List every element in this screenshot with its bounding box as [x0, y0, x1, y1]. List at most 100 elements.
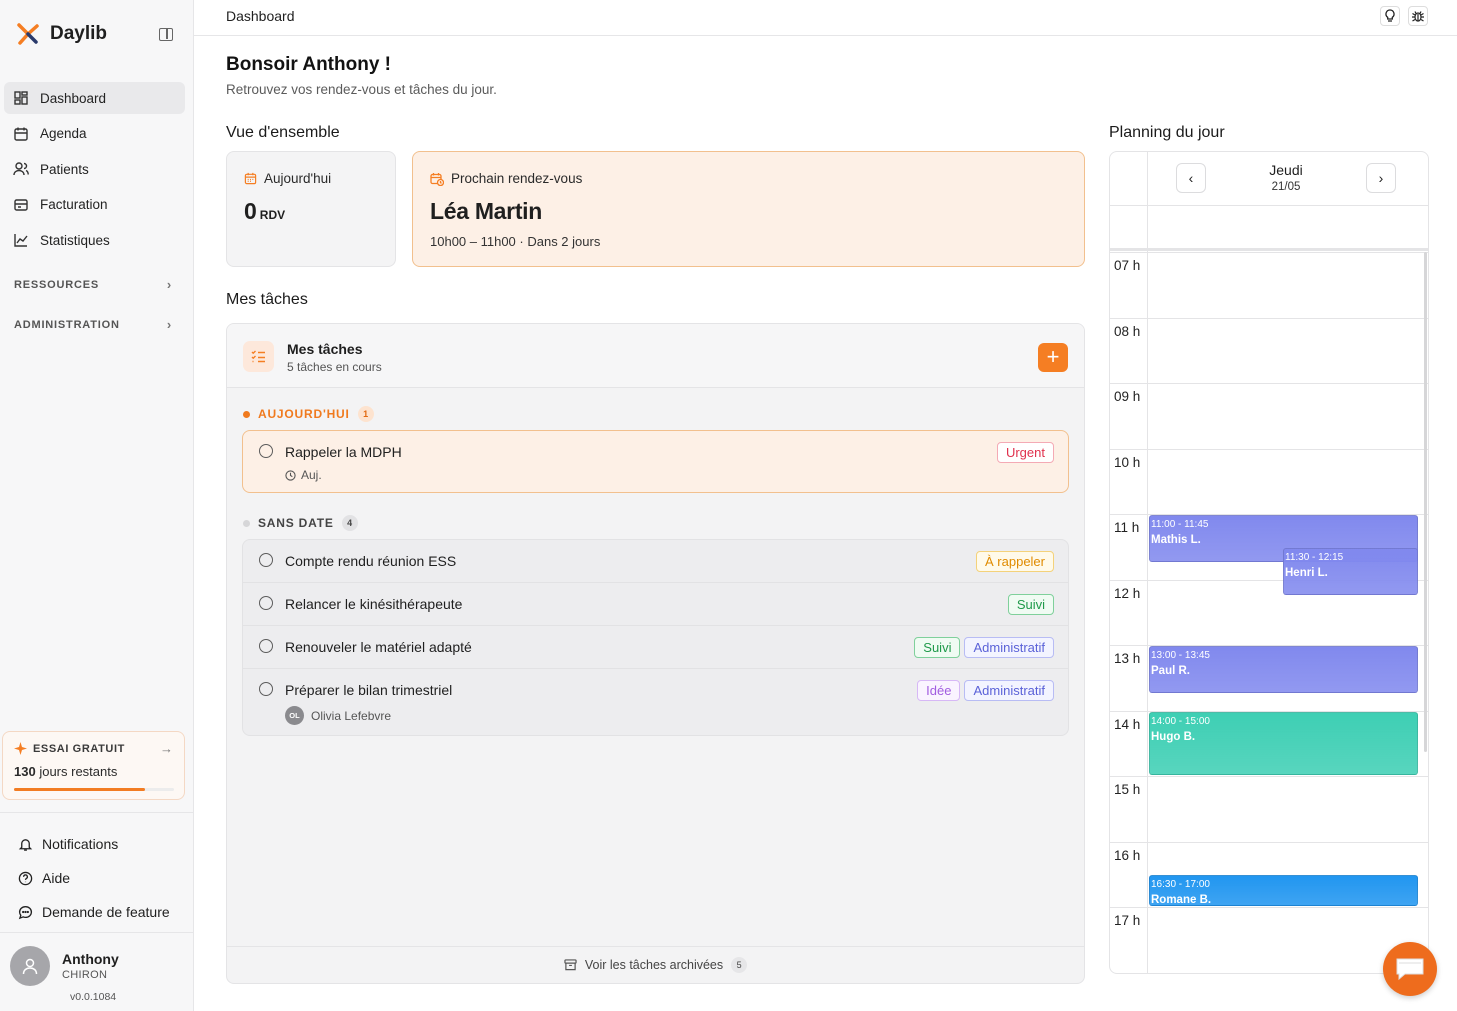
trial-card[interactable]: ESSAI GRATUIT → 130 jours restants [2, 731, 185, 800]
archived-tasks-link[interactable]: Voir les tâches archivées 5 [227, 946, 1084, 983]
task-title: Renouveler le matériel adapté [285, 639, 472, 655]
chevron-left-icon: ‹ [1188, 170, 1194, 186]
user-profile[interactable]: Anthony CHIRON v0.0.1084 [0, 932, 193, 1011]
event-patient: Romane B. [1151, 894, 1212, 906]
sidebar-item-label: Facturation [40, 197, 108, 212]
add-task-button[interactable]: + [1038, 343, 1068, 372]
archived-count: 5 [731, 957, 748, 973]
sidebar-item-statistiques[interactable]: Statistiques [4, 224, 185, 256]
planning-day: Jeudi [1269, 162, 1303, 178]
today-label-row: Aujourd'hui [244, 171, 331, 186]
task-item[interactable]: Préparer le bilan trimestriel OL Olivia … [243, 669, 1068, 737]
user-last-name: CHIRON [62, 969, 108, 981]
time-gutter-divider [1147, 152, 1148, 973]
task-title: Relancer le kinésithérapeute [285, 596, 463, 612]
task-checkbox[interactable] [259, 639, 273, 653]
link-label: Aide [42, 870, 71, 886]
hour-label: 07 h [1114, 258, 1141, 273]
next-patient-name: Léa Martin [430, 198, 543, 224]
trial-days-count: 130 [14, 764, 36, 779]
hour-row[interactable]: 09 h [1110, 383, 1428, 449]
notifications-link[interactable]: Notifications [0, 827, 193, 861]
next-appointment-card[interactable]: Prochain rendez-vous Léa Martin 10h00 – … [412, 151, 1085, 267]
brand[interactable]: Daylib [16, 22, 107, 46]
tag-idee: Idée [917, 680, 961, 701]
sidebar-item-label: Statistiques [40, 232, 110, 248]
hour-row[interactable]: 10 h [1110, 448, 1428, 515]
hour-row[interactable]: 08 h [1110, 317, 1428, 384]
feature-request-link[interactable]: Demande de feature [0, 895, 193, 929]
sidebar-item-dashboard[interactable]: Dashboard [4, 82, 185, 114]
task-title: Préparer le bilan trimestriel [285, 682, 453, 698]
bug-icon[interactable] [1408, 6, 1428, 26]
sidebar-item-patients[interactable]: Patients [4, 153, 185, 185]
hour-row[interactable]: 15 h [1110, 776, 1428, 842]
section-administration[interactable]: ADMINISTRATION › [14, 317, 172, 332]
section-ressources[interactable]: RESSOURCES › [14, 277, 172, 292]
app-version: v0.0.1084 [70, 991, 117, 1003]
task-title: Rappeler la MDPH [285, 444, 402, 460]
trial-header: ESSAI GRATUIT [14, 742, 173, 755]
user-icon [22, 958, 38, 975]
hour-row[interactable]: 17 h [1110, 907, 1428, 973]
task-checkbox[interactable] [259, 444, 273, 458]
task-item[interactable]: Relancer le kinésithérapeute Suivi [243, 583, 1068, 626]
task-assignee: OL Olivia Lefebvre [285, 706, 391, 725]
task-item[interactable]: Compte rendu réunion ESS À rappeler [243, 540, 1068, 583]
group-label: SANS DATE [258, 516, 334, 530]
trial-progress-fill [14, 788, 146, 791]
task-checkbox[interactable] [259, 682, 273, 696]
sidebar-item-facturation[interactable]: Facturation [4, 189, 185, 221]
chat-support-button[interactable] [1383, 942, 1437, 996]
appointment-event[interactable]: 13:00 - 13:45 Paul R. [1149, 646, 1418, 694]
page-subtitle: Retrouvez vos rendez-vous et tâches du j… [226, 82, 497, 97]
hour-label: 16 h [1114, 847, 1141, 863]
next-appointment-time: 10h00 – 11h00 · Dans 2 jours [430, 234, 601, 249]
main-nav: Dashboard Agenda Patients Facturation St… [4, 82, 185, 260]
event-patient: Henri L. [1285, 566, 1328, 579]
task-checkbox[interactable] [259, 553, 273, 567]
topbar: Dashboard [194, 0, 1457, 36]
task-item[interactable]: Renouveler le matériel adapté Suivi Admi… [243, 626, 1068, 669]
appointment-event[interactable]: 14:00 - 15:00 Hugo B. [1149, 711, 1418, 775]
hour-label: 09 h [1114, 389, 1141, 404]
overview-title: Vue d'ensemble [226, 124, 340, 141]
user-first-name: Anthony [62, 951, 119, 967]
chevron-right-icon: › [1378, 170, 1384, 186]
sidebar-item-agenda[interactable]: Agenda [4, 118, 185, 150]
sidebar-toggle-icon[interactable] [159, 28, 173, 41]
avatar [10, 946, 50, 986]
task-checkbox[interactable] [259, 596, 273, 610]
task-tags: Idée Administratif [917, 680, 1054, 701]
appointment-event[interactable]: 11:30 - 12:15 Henri L. [1283, 547, 1418, 595]
group-count: 1 [357, 406, 374, 422]
hour-row[interactable]: 07 h [1110, 252, 1428, 318]
planning-scrollbar[interactable] [1424, 252, 1427, 752]
assignee-avatar: OL [285, 706, 304, 725]
hour-label: 17 h [1114, 913, 1141, 928]
task-tags: À rappeler [976, 551, 1054, 572]
today-card: Aujourd'hui 0 RDV [226, 151, 396, 267]
next-day-button[interactable]: › [1366, 163, 1396, 193]
message-icon [18, 905, 33, 919]
calendar-icon [244, 172, 257, 185]
today-unit: RDV [259, 208, 286, 222]
lightbulb-icon[interactable] [1380, 6, 1400, 26]
trial-progress [14, 788, 174, 791]
tag-a-rappeler: À rappeler [976, 551, 1054, 572]
hour-label: 15 h [1114, 782, 1141, 797]
event-time: 14:00 - 15:00 [1151, 715, 1210, 727]
task-item-today[interactable]: Rappeler la MDPH Auj. Urgent [242, 430, 1069, 493]
appointment-event[interactable]: 16:30 - 17:00 Romane B. [1149, 875, 1418, 906]
all-day-row [1110, 206, 1428, 251]
previous-day-button[interactable]: ‹ [1176, 163, 1206, 193]
event-time: 11:00 - 11:45 [1151, 519, 1209, 530]
archived-label: Voir les tâches archivées [584, 958, 724, 972]
hour-label: 14 h [1114, 716, 1141, 732]
planning-title: Planning du jour [1109, 124, 1225, 141]
calendar-clock-icon [430, 172, 444, 186]
help-link[interactable]: Aide [0, 861, 193, 895]
planning-header: ‹ Jeudi 21/05 › [1110, 152, 1428, 206]
hour-label: 08 h [1114, 323, 1141, 339]
next-label-row: Prochain rendez-vous [430, 171, 582, 186]
